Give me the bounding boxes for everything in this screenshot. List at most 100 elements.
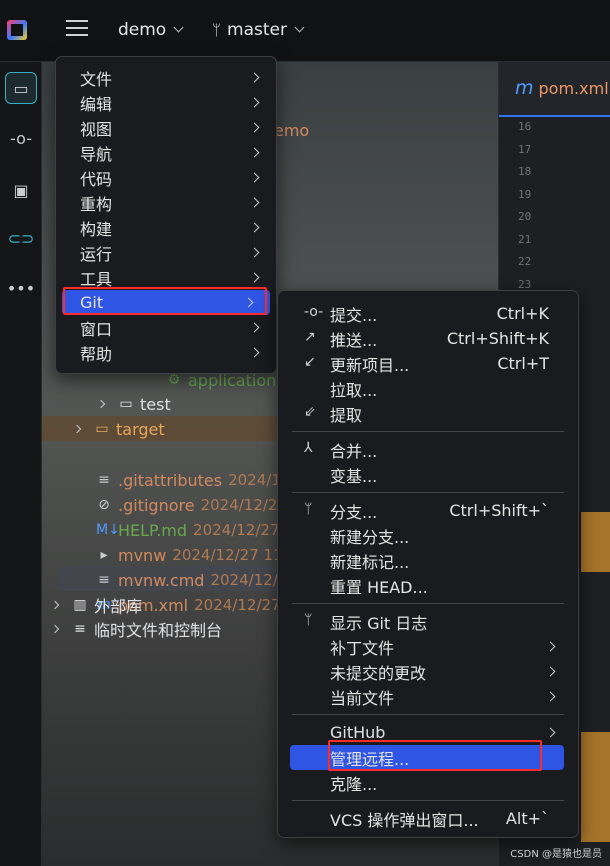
menu-item-label: 代码 [80, 169, 113, 189]
code-highlight [581, 512, 610, 572]
menu-item-label: 窗口 [80, 319, 113, 339]
git-menu-item[interactable]: ᛘ 分支... Ctrl+Shift+` [278, 498, 578, 523]
menu-item-label: 新建标记... [330, 552, 410, 572]
chevron-right-icon [249, 122, 260, 133]
menu-item-label: 新建分支... [330, 527, 410, 547]
chevron-right-icon [249, 97, 260, 108]
project-name: demo [118, 20, 167, 40]
shortcut-label: Alt+` [505, 809, 549, 828]
lines-icon: ≡ [98, 572, 110, 588]
menu-item-label: 视图 [80, 119, 113, 139]
menu-item-label: 重置 HEAD... [330, 577, 428, 597]
folder-icon: ▭ [95, 421, 109, 437]
more-icon[interactable]: ••• [5, 272, 37, 304]
tree-item-file[interactable]: ▸ mvnw 2024/12/27 11 [96, 543, 283, 567]
chevron-right-icon [96, 399, 106, 409]
menu-item-label: 更新项目... [330, 355, 410, 375]
branch-name: master [227, 20, 287, 40]
folder-icon: ▭ [119, 396, 133, 412]
chevron-right-icon [249, 247, 260, 258]
git-menu-item[interactable]: ↙ 更新项目... Ctrl+T [278, 351, 578, 376]
menu-item-label: 补丁文件 [330, 638, 395, 658]
shortcut-label: Ctrl+Shift+K [446, 329, 549, 348]
menu-item-label: 提取 [330, 405, 363, 425]
tree-item-file[interactable]: ≡ mvnw.cmd 2024/12/ [96, 568, 278, 592]
menu-item-label: 显示 Git 日志 [330, 613, 428, 633]
file-name: mvnw.cmd [118, 570, 205, 590]
menu-item-4[interactable]: 代码 [56, 165, 276, 190]
git-menu-item[interactable]: 新建分支... [278, 523, 578, 548]
git-menu-item[interactable]: 拉取... [278, 376, 578, 401]
tree-item-scratches[interactable]: ≡ 临时文件和控制台 [50, 617, 222, 641]
menu-item-5[interactable]: 重构 [56, 190, 276, 215]
spring-config-icon: ⚙ [167, 372, 181, 388]
watermark: CSDN @是猿也是员 [510, 849, 602, 860]
menu-item-10[interactable]: 窗口 [56, 315, 276, 340]
git-menu-item[interactable]: ↗ 推送... Ctrl+Shift+K [278, 326, 578, 351]
git-menu-item[interactable]: 新建标记... [278, 548, 578, 573]
tree-label: 外部库 [94, 597, 143, 616]
menu-item-0[interactable]: 文件 [56, 65, 276, 90]
git-menu-item[interactable]: ⅄ 合并... [278, 437, 578, 462]
chevron-right-icon [72, 424, 82, 434]
code-highlight [581, 732, 610, 842]
menu-item-6[interactable]: 构建 [56, 215, 276, 240]
menu-item-label: 导航 [80, 144, 113, 164]
file-date: 2024/1 [228, 471, 281, 489]
menu-separator [292, 714, 564, 715]
tree-item-test[interactable]: ▭ test [96, 392, 171, 416]
branch-selector[interactable]: ᛘ master [212, 20, 305, 40]
file-date: 2024/12/27 11 [172, 546, 283, 564]
menu-item-label: 分支... [330, 502, 378, 522]
tree-item-external-libraries[interactable]: ▥ 外部库 [50, 593, 143, 617]
chevron-right-icon [249, 222, 260, 233]
git-menu-item[interactable]: VCS 操作弹出窗口... Alt+` [278, 806, 578, 831]
menu-item-2[interactable]: 视图 [56, 115, 276, 140]
chevron-right-icon [50, 600, 60, 610]
menu-item-3[interactable]: 导航 [56, 140, 276, 165]
branch-icon: ᛘ [212, 21, 222, 39]
chevron-right-icon [249, 72, 260, 83]
menu-item-11[interactable]: 帮助 [56, 340, 276, 365]
folder-icon[interactable]: ▭ [5, 72, 37, 104]
tree-item-file[interactable]: M↓ HELP.md 2024/12/27 [96, 518, 280, 542]
line-number: 23 [518, 277, 532, 291]
chevron-right-icon [545, 666, 556, 677]
git-menu-item[interactable]: -o- 提交... Ctrl+K [278, 301, 578, 326]
commit-icon[interactable]: -o- [5, 122, 37, 154]
tree-item-file[interactable]: ≡ .gitattributes 2024/1 [96, 468, 281, 492]
menu-separator [292, 492, 564, 493]
tab-pom-xml[interactable]: m pom.xml [515, 77, 609, 99]
git-menu-item[interactable]: 变基... [278, 462, 578, 487]
ignore-icon: ⊘ [98, 497, 110, 513]
git-menu-item[interactable]: ᛘ 显示 Git 日志 [278, 609, 578, 634]
menu-item-label: 构建 [80, 219, 113, 239]
file-date: 2024/12/2 [200, 496, 278, 514]
structure-icon[interactable]: ▣ [5, 174, 37, 206]
menu-item-7[interactable]: 运行 [56, 240, 276, 265]
line-number: 18 [518, 165, 532, 178]
tree-item-target[interactable]: ▭ target [72, 417, 165, 441]
menu-item-label: 提交... [330, 305, 378, 325]
tree-item-file[interactable]: ⊘ .gitignore 2024/12/2 [96, 493, 277, 517]
main-menu: 文件 编辑 视图 导航 代码 重构 构建 运行 工具 Git 窗口 帮助 [55, 56, 277, 374]
git-menu-item[interactable]: 克隆... [278, 770, 578, 795]
line-number: 21 [518, 232, 532, 246]
git-menu-item[interactable]: 未提交的更改 [278, 659, 578, 684]
markdown-icon: M↓ [96, 522, 120, 538]
menu-item-label: 帮助 [80, 344, 113, 364]
commit-icon: -o- [304, 304, 324, 320]
main-menu-icon[interactable] [66, 20, 88, 38]
plugin-icon[interactable]: ⊂⊃ [5, 222, 37, 254]
git-menu-item[interactable]: 重置 HEAD... [278, 573, 578, 598]
git-menu-item[interactable]: 当前文件 [278, 684, 578, 709]
log-icon: ᛘ [304, 612, 313, 628]
menu-item-label: 文件 [80, 69, 113, 89]
git-menu-item[interactable]: 补丁文件 [278, 634, 578, 659]
line-number: 19 [518, 187, 532, 201]
project-selector[interactable]: demo [118, 20, 184, 40]
menu-item-label: 重构 [80, 194, 113, 214]
git-menu-item[interactable]: ⇙ 提取 [278, 401, 578, 426]
menu-item-1[interactable]: 编辑 [56, 90, 276, 115]
annotation-box-git [63, 287, 267, 315]
